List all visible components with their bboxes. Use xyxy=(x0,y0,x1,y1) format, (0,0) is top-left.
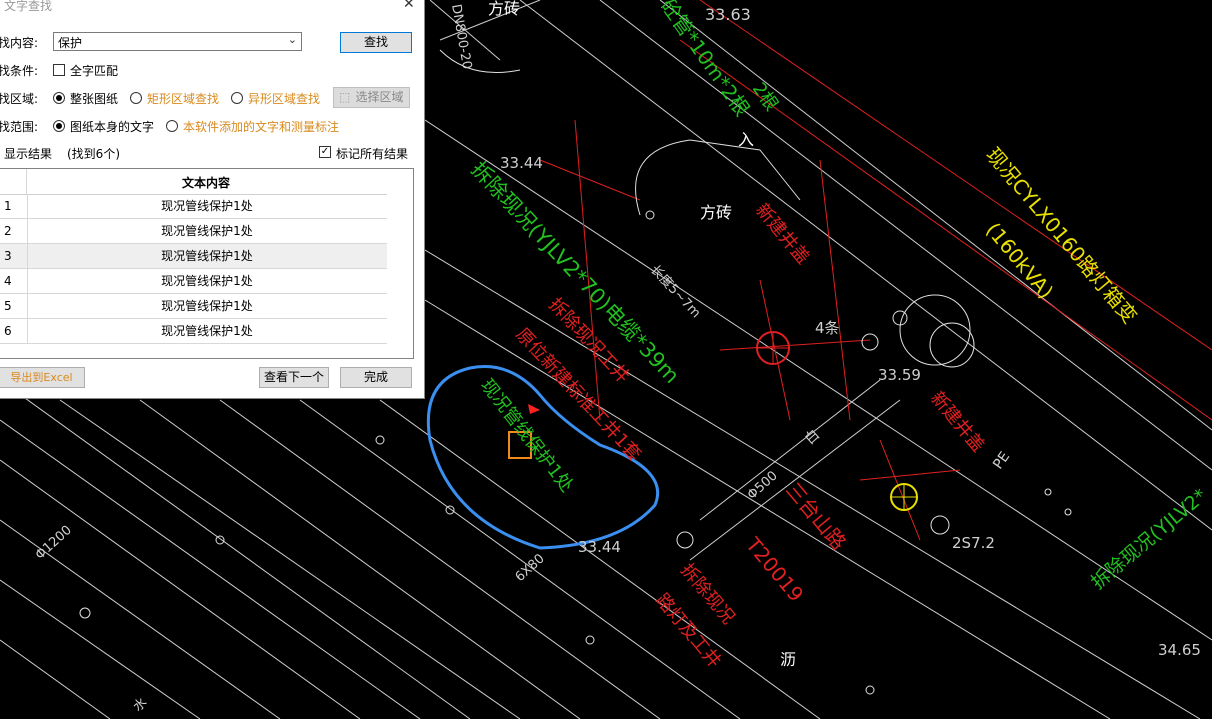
find-scope-label: 找范围: xyxy=(0,120,39,134)
select-area-button[interactable]: ⬚ 选择区域 xyxy=(333,87,410,108)
area-rect-label: 矩形区域查找 xyxy=(147,92,220,106)
scope-added-label: 本软件添加的文字和测量标注 xyxy=(183,120,340,134)
table-row[interactable]: 4 现况管线保护1处 xyxy=(0,269,387,294)
cad-text-new-cover-1: 新建井盖 xyxy=(751,200,813,269)
whole-word-checkbox[interactable] xyxy=(53,64,65,76)
row-text: 现况管线保护1处 xyxy=(27,244,386,268)
row-number: 1 xyxy=(4,199,12,213)
mark-all-label: 标记所有结果 xyxy=(336,147,409,161)
cad-text-water: 水 xyxy=(131,695,151,715)
row-number: 5 xyxy=(4,299,12,313)
column-header-text-content: 文本内容 xyxy=(181,176,230,190)
cad-text-2s72: 2S7.2 xyxy=(952,534,995,552)
area-whole-label: 整张图纸 xyxy=(70,92,119,106)
select-region-icon: ⬚ xyxy=(339,90,351,104)
row-text: 现况管线保护1处 xyxy=(27,194,386,218)
dialog-title: 文字查找 xyxy=(4,0,53,13)
row-text: 现况管线保护1处 xyxy=(27,294,386,318)
done-button[interactable]: 完成 xyxy=(340,367,412,388)
cad-text-6x80: 6X80 xyxy=(513,551,548,585)
row-number: 4 xyxy=(4,274,12,288)
cad-red-lines xyxy=(539,0,1212,541)
mark-all-checkbox[interactable]: ✓ xyxy=(319,146,331,158)
find-content-label: 找内容: xyxy=(0,36,39,50)
cad-text-entry: 入 xyxy=(738,130,754,149)
whole-word-label: 全字匹配 xyxy=(70,64,119,78)
cad-text-white: 白 xyxy=(802,427,823,448)
cad-text-dia-500: Φ500 xyxy=(745,468,781,503)
row-text: 现况管线保护1处 xyxy=(27,319,386,343)
scope-self-radio[interactable] xyxy=(53,120,65,132)
results-count: (找到6个) xyxy=(67,147,120,161)
row-text: 现况管线保护1处 xyxy=(27,269,386,293)
cad-text-elev-3359: 33.59 xyxy=(878,366,921,384)
close-icon[interactable]: ✕ xyxy=(403,0,415,12)
find-content-combobox[interactable]: 保护 ⌄ xyxy=(53,32,302,51)
cad-text-brick-mid: 方砖 xyxy=(700,203,732,222)
table-row[interactable]: 1 现况管线保护1处 xyxy=(0,194,387,219)
row-number: 3 xyxy=(4,249,12,263)
cad-text-road-name: 三台山路 xyxy=(781,478,851,555)
find-button[interactable]: 查找 xyxy=(340,32,412,53)
chevron-down-icon[interactable]: ⌄ xyxy=(288,33,297,46)
export-excel-button[interactable]: 导出到Excel xyxy=(0,367,85,388)
cad-text-t20019: T20019 xyxy=(741,532,809,606)
table-row[interactable]: 2 现况管线保护1处 xyxy=(0,219,387,244)
table-header: 文本内容 xyxy=(0,169,387,195)
find-area-label: 找区域: xyxy=(0,92,39,106)
table-row-selected[interactable]: 3 现况管线保护1处 xyxy=(0,244,387,269)
cad-text-new-cover-2: 新建井盖 xyxy=(926,388,988,457)
cad-text-asphalt: 沥 xyxy=(780,650,796,669)
cad-text-remove-cable-2: 拆除现况(YJLV2* xyxy=(1087,485,1211,594)
cad-text-pipe-protect: 现况管线保护1处 xyxy=(476,375,577,496)
cad-text-elev-3465: 34.65 xyxy=(1158,641,1201,659)
area-irregular-label: 异形区域查找 xyxy=(248,92,321,106)
cad-text-elev-3363: 33.63 xyxy=(705,5,751,24)
cad-text-elev-3344-top: 33.44 xyxy=(500,154,543,172)
find-content-value: 保护 xyxy=(58,36,83,50)
cad-text-elev-3344-bottom: 33.44 xyxy=(578,538,621,556)
cad-text-dia-1200: Φ1200 xyxy=(33,523,75,563)
cad-text-4-lines: 4条 xyxy=(815,319,840,337)
area-whole-radio[interactable] xyxy=(53,92,65,104)
find-condition-label: 找条件: xyxy=(0,64,39,78)
text-search-dialog: 文字查找 ✕ 找内容: 保护 ⌄ 查找 找条件: 全字匹配 找区域: 整张图纸 … xyxy=(0,0,425,399)
results-label: 显示结果 xyxy=(4,147,53,161)
scope-added-radio[interactable] xyxy=(166,120,178,132)
cad-text-pe: PE xyxy=(990,449,1013,472)
red-flag-marker xyxy=(528,404,540,414)
results-table[interactable]: 文本内容 1 现况管线保护1处 2 现况管线保护1处 3 现况管线保护1处 4 现况管线… xyxy=(0,168,414,359)
scope-self-label: 图纸本身的文字 xyxy=(70,120,155,134)
table-row[interactable]: 6 现况管线保护1处 xyxy=(0,319,387,344)
cad-text-brick-top: 方砖 xyxy=(488,0,520,18)
area-irregular-radio[interactable] xyxy=(231,92,243,104)
table-row[interactable]: 5 现况管线保护1处 xyxy=(0,294,387,319)
row-text: 现况管线保护1处 xyxy=(27,219,386,243)
row-number: 2 xyxy=(4,224,12,238)
view-next-button[interactable]: 查看下一个 xyxy=(259,367,329,388)
select-area-button-label: 选择区域 xyxy=(355,90,404,104)
cad-text-length: 长度5~7m xyxy=(647,262,704,321)
row-number: 6 xyxy=(4,324,12,338)
area-rect-radio[interactable] xyxy=(130,92,142,104)
cad-manhole-symbol xyxy=(756,331,918,511)
